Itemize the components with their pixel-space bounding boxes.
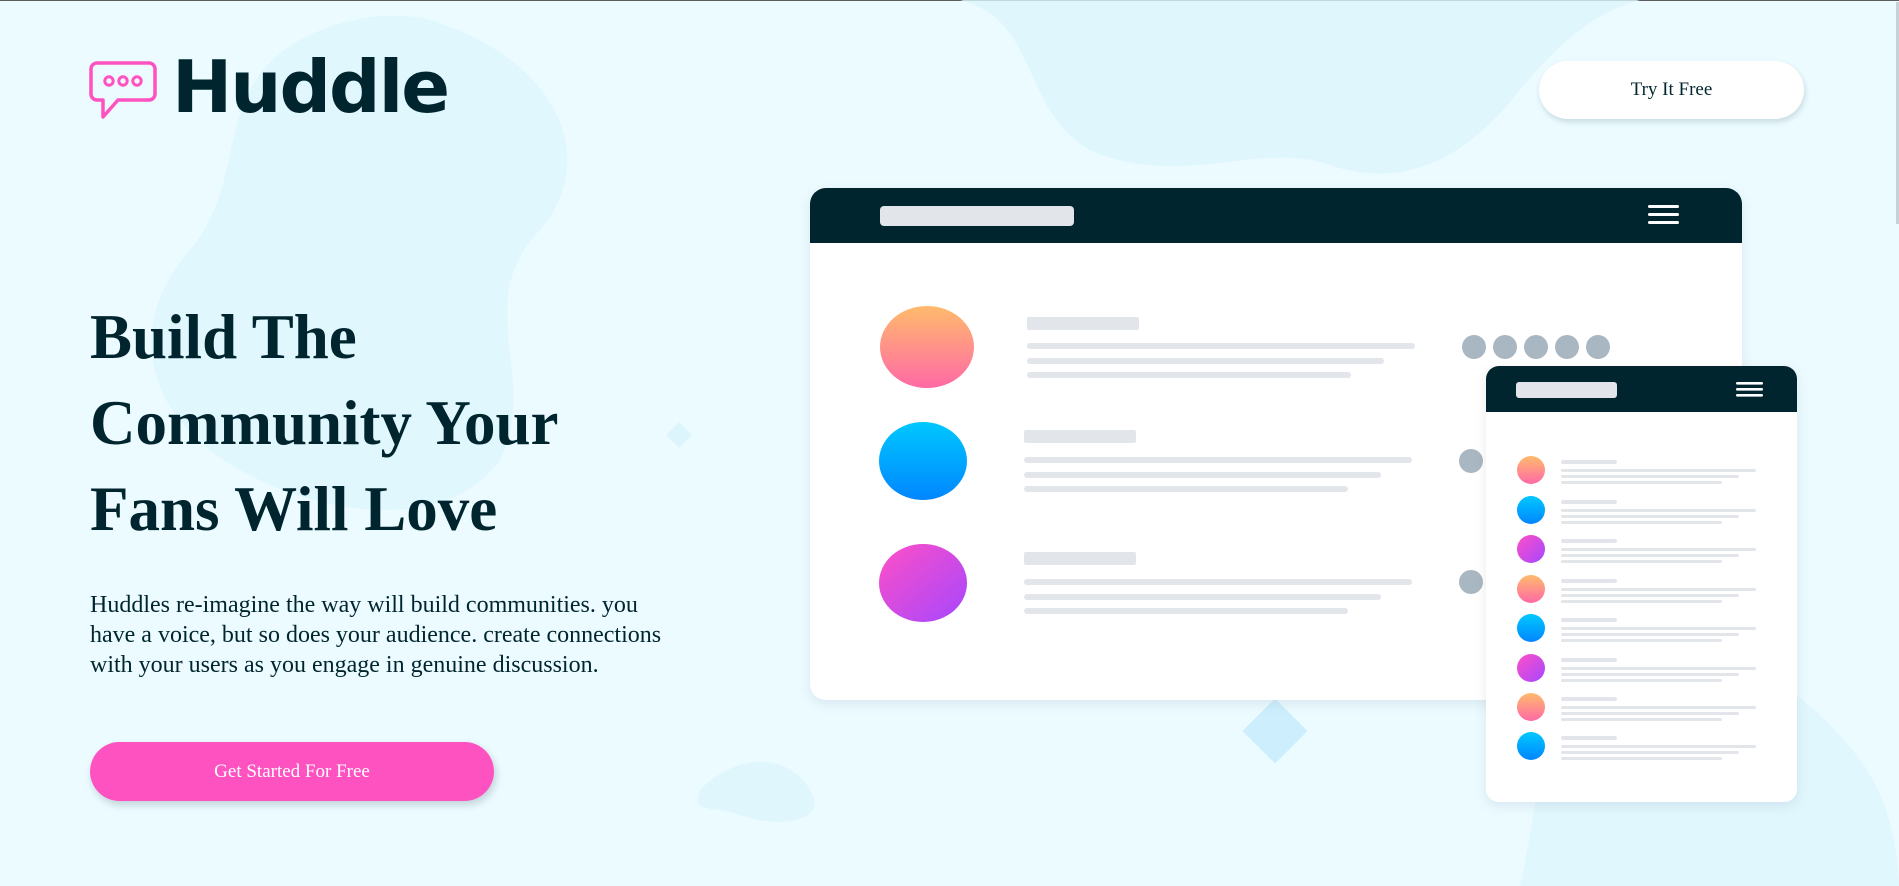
mobile-window: [1486, 366, 1797, 802]
hero-title: Build The Community Your Fans Will Love: [90, 294, 690, 552]
hero-description-line: have a voice, but so does your audience.…: [90, 622, 662, 648]
hero-description: Huddles re-imagine the way will build co…: [90, 590, 715, 680]
huddle-logo[interactable]: Huddle: [88, 51, 450, 124]
hero-title-line: Community Your: [90, 388, 559, 458]
app-illustration: [810, 188, 1797, 802]
hero-description-line: with your users as you engage in genuine…: [90, 652, 599, 678]
brand-name: Huddle: [172, 45, 450, 129]
get-started-button[interactable]: Get Started For Free: [90, 742, 494, 801]
try-it-free-button[interactable]: Try It Free: [1539, 61, 1804, 119]
hero-description-line: Huddles re-imagine the way will build co…: [90, 592, 638, 618]
hamburger-menu-icon: [1648, 205, 1679, 224]
hero-title-line: Fans Will Love: [90, 474, 498, 544]
hero-title-line: Build The: [90, 302, 357, 372]
hamburger-menu-icon: [1736, 382, 1763, 397]
speech-bubble-icon: [89, 61, 157, 119]
